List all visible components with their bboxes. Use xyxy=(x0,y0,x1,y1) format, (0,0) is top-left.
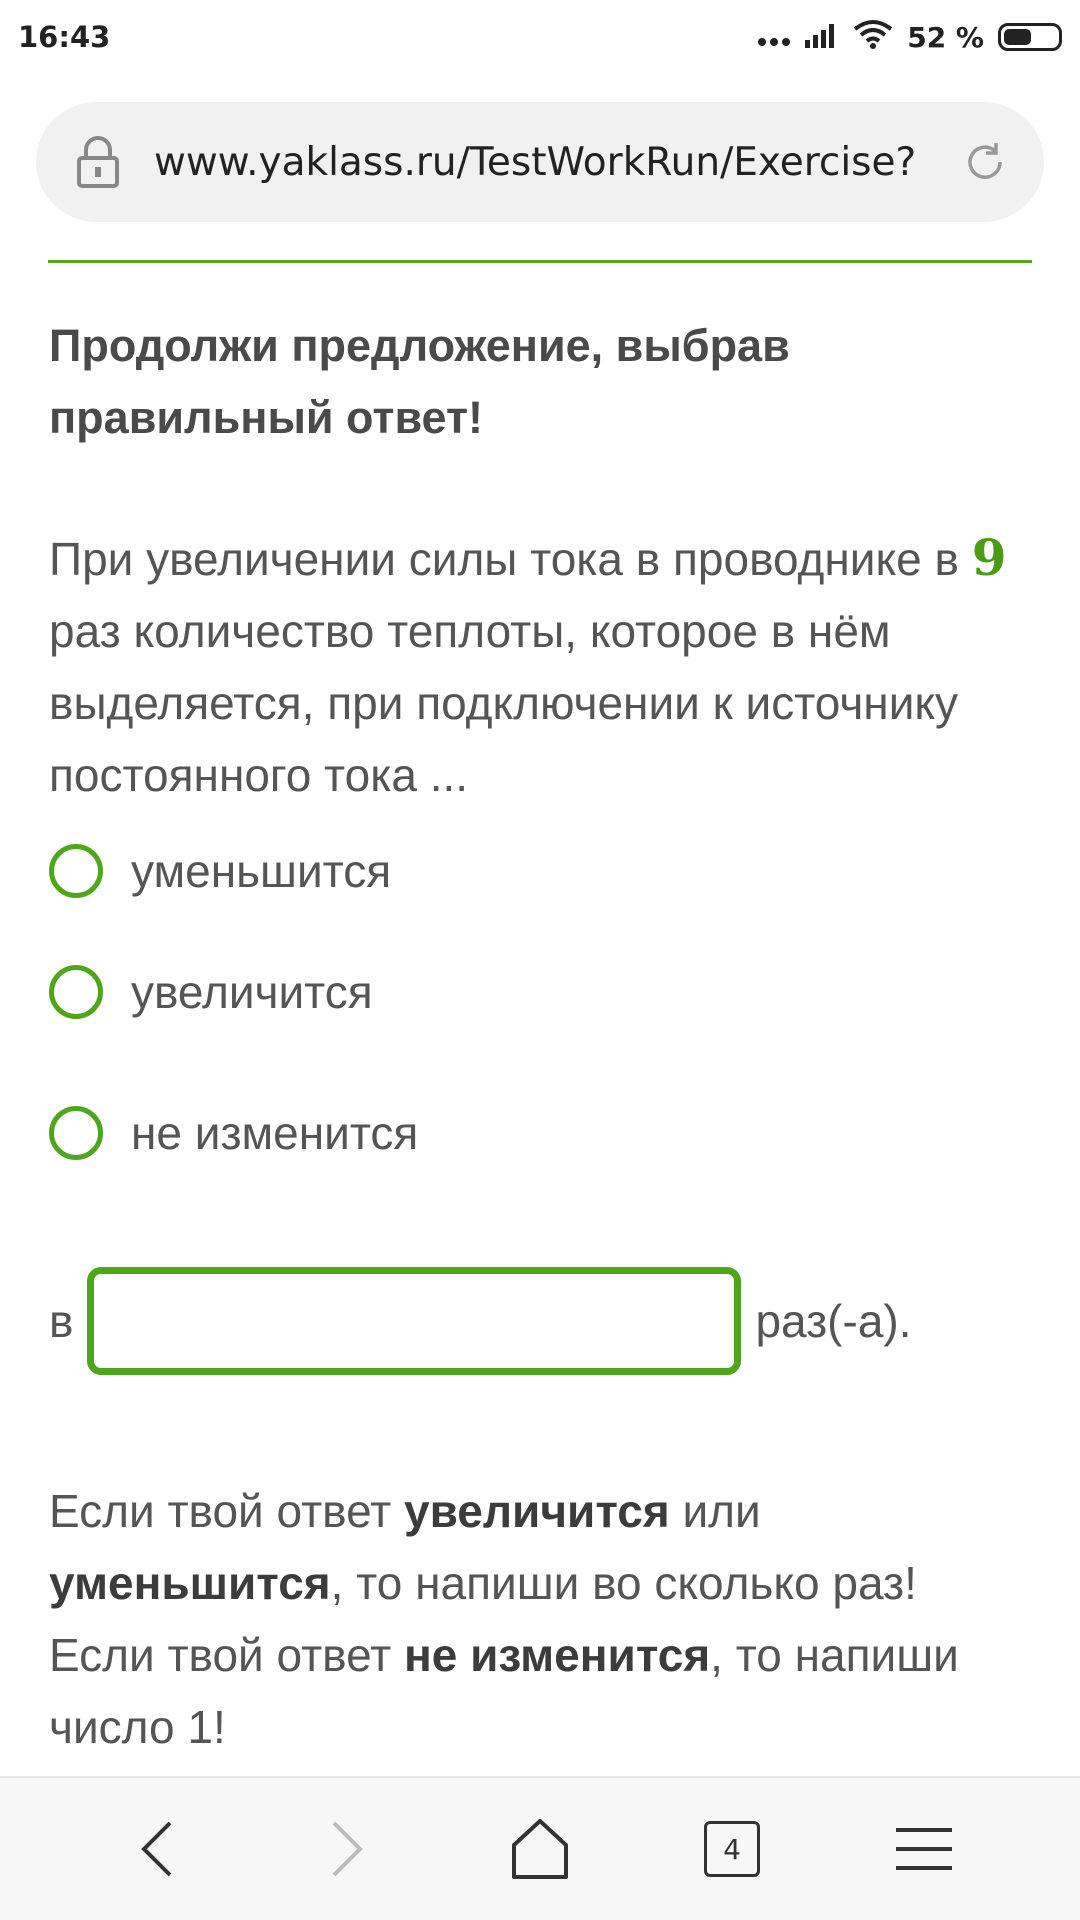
exercise-content: Продолжи предложение, выбрав правильный … xyxy=(49,310,1009,1763)
url-bar[interactable]: www.yaklass.ru/TestWorkRun/Exercise? xyxy=(36,102,1044,222)
question-number: 9 xyxy=(971,528,1007,587)
hint-bold-decrease: уменьшится xyxy=(49,1557,331,1609)
option-label[interactable]: уменьшится xyxy=(131,844,391,898)
tabs-count: 4 xyxy=(704,1821,760,1877)
status-time: 16:43 xyxy=(18,20,111,54)
reload-icon[interactable] xyxy=(962,139,1008,185)
radio-button[interactable] xyxy=(49,844,103,898)
more-dots-icon xyxy=(757,21,791,54)
option-no-change[interactable]: не изменится xyxy=(49,1062,1009,1203)
menu-button[interactable] xyxy=(879,1804,969,1894)
answer-prefix: в xyxy=(49,1295,74,1347)
wifi-icon xyxy=(853,19,893,56)
hint-bold-increase: увеличится xyxy=(404,1485,670,1537)
question-part-1: При увеличении силы тока в проводнике в xyxy=(49,533,972,585)
option-label[interactable]: увеличится xyxy=(131,965,373,1019)
option-label[interactable]: не изменится xyxy=(131,1106,418,1160)
answer-options: уменьшится увеличится не изменится xyxy=(49,821,1009,1203)
question-part-2: раз количество теплоты, которое в нём вы… xyxy=(49,605,959,801)
forward-button[interactable] xyxy=(303,1804,393,1894)
radio-button[interactable] xyxy=(49,964,103,1019)
answer-row: в раз(-а). xyxy=(49,1267,1009,1375)
menu-icon xyxy=(896,1828,952,1870)
divider xyxy=(48,260,1032,263)
hint-bold-no-change: не изменится xyxy=(404,1629,711,1681)
forward-arrow-icon xyxy=(332,1821,363,1877)
browser-bottom-nav: 4 xyxy=(0,1776,1080,1920)
times-input[interactable] xyxy=(87,1267,742,1375)
signal-icon xyxy=(805,20,839,55)
tabs-button[interactable]: 4 xyxy=(687,1804,777,1894)
hint-part-2: или xyxy=(669,1485,761,1537)
option-decrease[interactable]: уменьшится xyxy=(49,821,1009,921)
home-icon xyxy=(512,1819,568,1879)
question-text: При увеличении силы тока в проводнике в … xyxy=(49,522,1009,811)
status-bar: 16:43 52 % xyxy=(0,0,1080,74)
back-button[interactable] xyxy=(111,1804,201,1894)
status-indicators: 52 % xyxy=(757,19,1062,56)
battery-level xyxy=(1004,29,1032,45)
option-increase[interactable]: увеличится xyxy=(49,921,1009,1062)
back-arrow-icon xyxy=(141,1821,172,1877)
battery-percent: 52 % xyxy=(907,20,984,54)
answer-suffix: раз(-а). xyxy=(755,1295,912,1347)
task-title: Продолжи предложение, выбрав правильный … xyxy=(49,320,790,443)
home-button[interactable] xyxy=(495,1804,585,1894)
radio-button[interactable] xyxy=(49,1105,103,1160)
battery-icon xyxy=(998,23,1062,51)
hint-text: Если твой ответ увеличится или уменьшитс… xyxy=(49,1475,1009,1763)
url-text[interactable]: www.yaklass.ru/TestWorkRun/Exercise? xyxy=(154,140,922,185)
lock-icon xyxy=(77,136,119,188)
hint-part-1: Если твой ответ xyxy=(49,1485,404,1537)
